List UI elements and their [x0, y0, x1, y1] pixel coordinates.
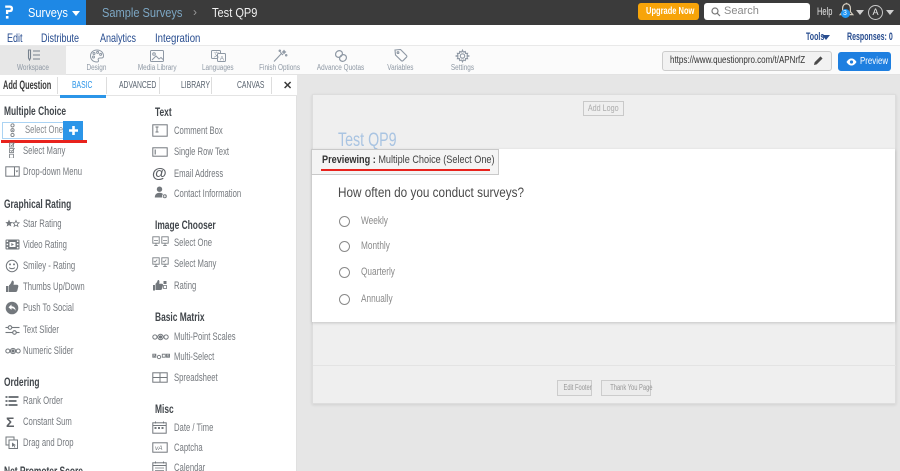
svg-text:A: A: [219, 55, 224, 62]
svg-text:vA: vA: [155, 445, 163, 452]
svg-text:文: 文: [213, 51, 219, 59]
